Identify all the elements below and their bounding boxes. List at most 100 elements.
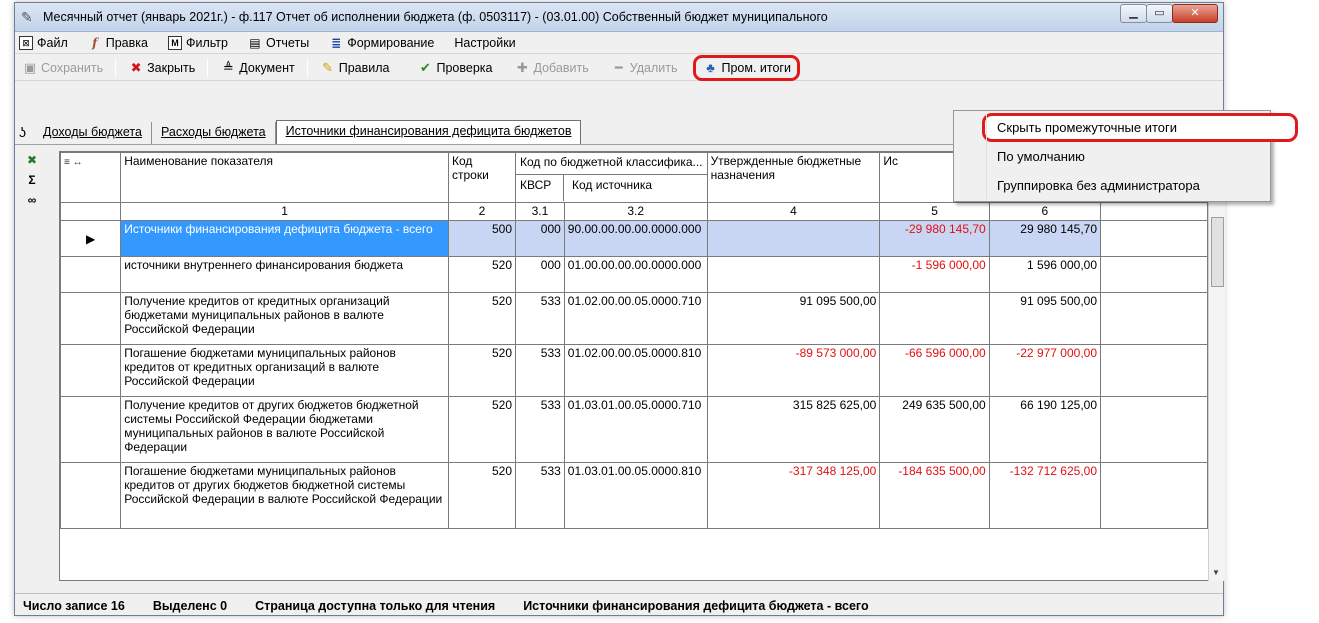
- col-header-approved[interactable]: Утвержденные бюджетные назначения: [706, 152, 881, 203]
- delete-label: Удалить: [629, 60, 678, 75]
- col-header-source-code[interactable]: Код источника: [564, 175, 706, 201]
- cell-name[interactable]: Источники финансирования дефицита бюджет…: [120, 220, 449, 257]
- cell-name[interactable]: Погашение бюджетами муниципальных районо…: [120, 462, 449, 529]
- subtotals-button[interactable]: ♣ Пром. итоги: [693, 54, 800, 81]
- scroll-down-icon[interactable]: ▼: [1212, 568, 1220, 577]
- cell-col6[interactable]: 91 095 500,00: [988, 292, 1102, 345]
- tree-tools-icon[interactable]: ≡ ↔: [64, 157, 83, 168]
- table-row[interactable]: Погашение бюджетами муниципальных районо…: [60, 344, 1208, 397]
- menu-item-default[interactable]: По умолчанию: [954, 142, 1270, 171]
- excel-icon[interactable]: ✖: [24, 150, 40, 170]
- menu-file-label: Файл: [37, 35, 68, 50]
- cell-kvsr[interactable]: 000: [515, 220, 565, 257]
- minimize-button[interactable]: ▁: [1120, 4, 1147, 23]
- cell-kvsr[interactable]: 000: [515, 256, 565, 293]
- menu-forming[interactable]: ≣ Формирование: [329, 36, 434, 50]
- tab-income[interactable]: Доходы бюджета: [34, 122, 152, 144]
- cell-executed[interactable]: -1 596 000,00: [879, 256, 990, 293]
- cell-col6[interactable]: -22 977 000,00: [988, 344, 1102, 397]
- cell-executed[interactable]: 249 635 500,00: [879, 396, 990, 463]
- cell-executed[interactable]: -184 635 500,00: [879, 462, 990, 529]
- cell-executed[interactable]: -66 596 000,00: [879, 344, 990, 397]
- vertical-scrollbar[interactable]: ▼: [1208, 151, 1225, 581]
- subtotals-context-menu: Скрыть промежуточные итоги По умолчанию …: [953, 110, 1298, 202]
- cell-approved[interactable]: [706, 220, 881, 257]
- cell-name[interactable]: Получение кредитов от кредитных организа…: [120, 292, 449, 345]
- row-indicator[interactable]: [60, 292, 122, 345]
- cell-col6[interactable]: 66 190 125,00: [988, 396, 1102, 463]
- cell-code[interactable]: 520: [447, 256, 517, 293]
- cell-source-code[interactable]: 01.02.00.00.05.0000.810: [563, 344, 708, 397]
- cell-kvsr[interactable]: 533: [515, 292, 565, 345]
- row-indicator[interactable]: [60, 256, 122, 293]
- table-row[interactable]: Получение кредитов от кредитных организа…: [60, 292, 1208, 345]
- close-button[interactable]: ✖ Закрыть: [124, 57, 199, 79]
- col-header-name[interactable]: Наименование показателя: [120, 152, 449, 203]
- cell-approved[interactable]: [706, 256, 881, 293]
- minus-icon: ━: [614, 59, 623, 75]
- table-row[interactable]: источники внутреннего финансирования бюд…: [60, 256, 1208, 293]
- menu-edit[interactable]: f Правка: [88, 36, 148, 50]
- cell-kvsr[interactable]: 533: [515, 344, 565, 397]
- cell-approved[interactable]: -89 573 000,00: [706, 344, 881, 397]
- cell-source-code[interactable]: 01.02.00.00.05.0000.710: [563, 292, 708, 345]
- cell-executed[interactable]: -29 980 145,70: [879, 220, 990, 257]
- tab-financing-sources[interactable]: Источники финансирования дефицита бюджет…: [275, 120, 582, 144]
- cell-col6[interactable]: 1 596 000,00: [988, 256, 1102, 293]
- cell-name[interactable]: Погашение бюджетами муниципальных районо…: [120, 344, 449, 397]
- cell-name[interactable]: Получение кредитов от других бюджетов бю…: [120, 396, 449, 463]
- menu-bar: ⊠ Файл f Правка M Фильтр ▤ Отчеты ≣ Формирова…: [15, 32, 1223, 54]
- cell-source-code[interactable]: 90.00.00.00.00.0000.000: [563, 220, 708, 257]
- row-indicator[interactable]: [60, 396, 122, 463]
- cell-source-code[interactable]: 01.03.01.00.05.0000.710: [563, 396, 708, 463]
- cell-kvsr[interactable]: 533: [515, 462, 565, 529]
- check-button[interactable]: ✔ Проверка: [414, 57, 497, 79]
- cell-kvsr[interactable]: 533: [515, 396, 565, 463]
- sum-icon[interactable]: Σ: [24, 170, 40, 190]
- tab-expenses[interactable]: Расходы бюджета: [152, 122, 276, 144]
- cell-executed[interactable]: [879, 292, 990, 345]
- table-row[interactable]: Получение кредитов от других бюджетов бю…: [60, 396, 1208, 463]
- row-indicator[interactable]: ▶: [60, 220, 122, 257]
- menu-settings[interactable]: Настройки: [454, 36, 515, 50]
- budget-class-label: Код по бюджетной классифика...: [516, 154, 707, 175]
- menu-reports[interactable]: ▤ Отчеты: [248, 36, 309, 50]
- cell-col6[interactable]: 29 980 145,70: [988, 220, 1102, 257]
- menu-filter[interactable]: M Фильтр: [167, 35, 228, 50]
- scrollbar-thumb[interactable]: [1211, 217, 1224, 287]
- cell-code[interactable]: 520: [447, 292, 517, 345]
- close-window-button[interactable]: ✕: [1172, 4, 1218, 23]
- table-row[interactable]: ▶ Источники финансирования дефицита бюдж…: [60, 220, 1208, 257]
- rules-button[interactable]: ✎ Правила: [316, 57, 394, 79]
- menu-item-hide-subtotals[interactable]: Скрыть промежуточные итоги: [982, 113, 1298, 142]
- col-header-code[interactable]: Код строки: [447, 152, 517, 203]
- maximize-button[interactable]: ▭: [1146, 4, 1173, 23]
- row-header-corner[interactable]: ≡ ↔: [60, 152, 122, 203]
- cell-col6[interactable]: -132 712 625,00: [988, 462, 1102, 529]
- plus-icon: ✚: [517, 59, 528, 75]
- cell-code[interactable]: 520: [447, 344, 517, 397]
- save-button[interactable]: ▣ Сохранить: [18, 57, 107, 79]
- col-header-kvsr[interactable]: КВСР: [517, 175, 565, 201]
- row-indicator[interactable]: [60, 462, 122, 529]
- table-row[interactable]: Погашение бюджетами муниципальных районо…: [60, 462, 1208, 529]
- cell-source-code[interactable]: 01.03.01.00.05.0000.810: [563, 462, 708, 529]
- col-header-budget-class[interactable]: Код по бюджетной классифика... КВСР Код …: [515, 152, 708, 203]
- row-indicator[interactable]: [60, 344, 122, 397]
- menu-file[interactable]: ⊠ Файл: [19, 35, 68, 50]
- add-button[interactable]: ✚ Добавить: [511, 57, 593, 79]
- cell-name[interactable]: источники внутреннего финансирования бюд…: [120, 256, 449, 293]
- cell-blank: [1100, 256, 1208, 293]
- menu-item-group-no-admin[interactable]: Группировка без администратора: [954, 171, 1270, 200]
- delete-button[interactable]: ━ Удалить: [607, 57, 682, 79]
- cell-approved[interactable]: -317 348 125,00: [706, 462, 881, 529]
- cell-code[interactable]: 500: [447, 220, 517, 257]
- cell-approved[interactable]: 315 825 625,00: [706, 396, 881, 463]
- cell-approved[interactable]: 91 095 500,00: [706, 292, 881, 345]
- cell-code[interactable]: 520: [447, 396, 517, 463]
- document-button[interactable]: ≜ Документ: [216, 57, 298, 79]
- binoculars-icon[interactable]: ∞: [24, 190, 40, 210]
- cell-code[interactable]: 520: [447, 462, 517, 529]
- cell-source-code[interactable]: 01.00.00.00.00.0000.000: [563, 256, 708, 293]
- title-bar[interactable]: ✎ Месячный отчет (январь 2021г.) - ф.117…: [15, 3, 1223, 32]
